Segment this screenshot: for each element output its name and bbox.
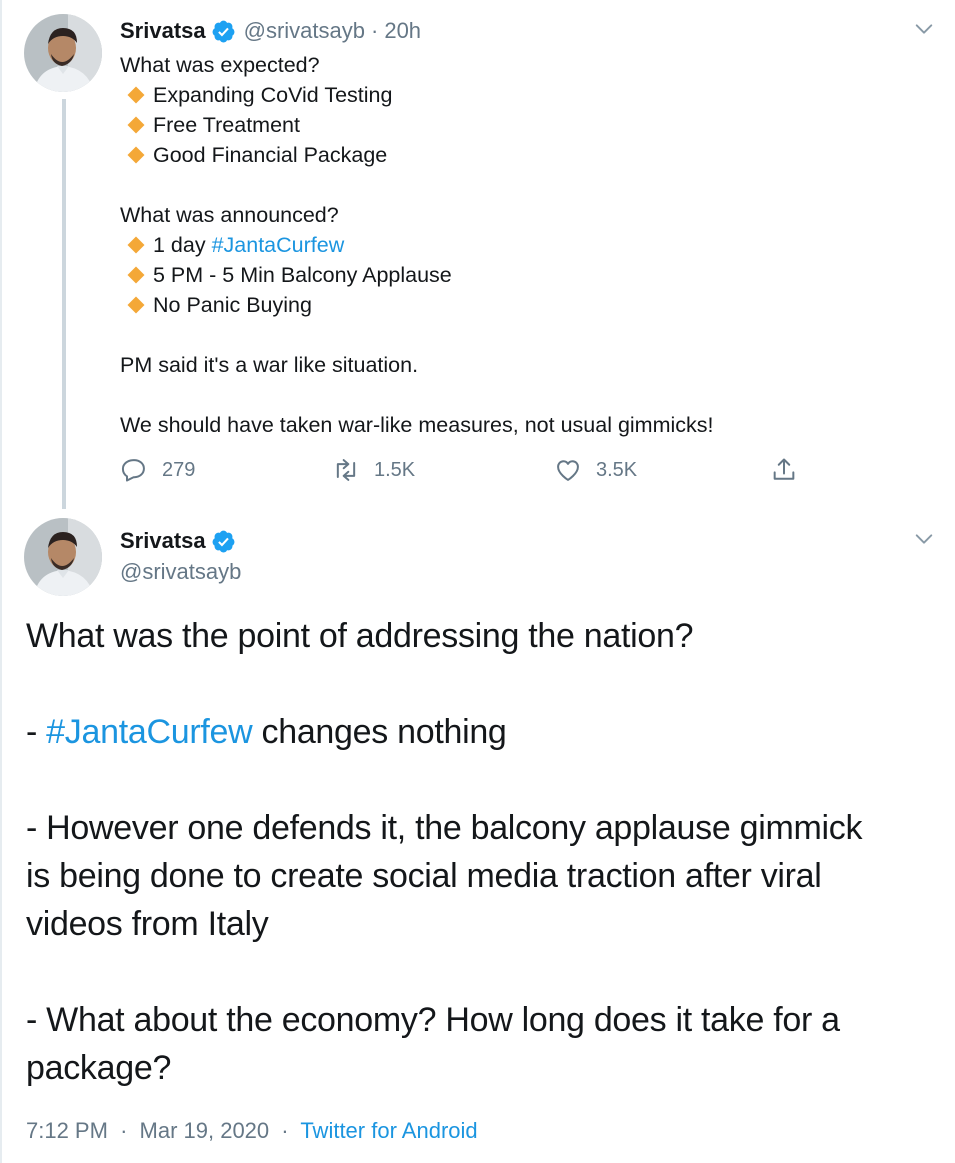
- text-line: package?: [26, 1049, 172, 1087]
- tweet-header: Srivatsa @srivatsayb · 20h: [120, 14, 421, 48]
- text-line: What was the point of addressing the nat…: [26, 617, 694, 655]
- orange-diamond-icon: [127, 296, 145, 314]
- thread-connector: [62, 99, 66, 509]
- separator-dot: ·: [371, 18, 379, 43]
- reply-button[interactable]: 279: [120, 452, 195, 488]
- text-line: - However one defends it, the balcony ap…: [26, 809, 863, 847]
- share-icon: [773, 458, 795, 480]
- author-handle[interactable]: @srivatsayb: [244, 18, 365, 44]
- share-button[interactable]: [770, 452, 812, 488]
- orange-diamond-icon: [127, 86, 145, 104]
- orange-diamond-icon: [127, 116, 145, 134]
- heart-icon: [557, 460, 579, 481]
- separator-dot: ·: [120, 1118, 128, 1143]
- text-line: is being done to create social media tra…: [26, 857, 822, 895]
- tweet-timestamp[interactable]: 20h: [384, 18, 421, 44]
- chevron-down-icon[interactable]: [913, 18, 935, 40]
- text-line: We should have taken war-like measures, …: [120, 413, 714, 437]
- tweet-text: What was the point of addressing the nat…: [26, 612, 931, 1092]
- text-line: What was expected?: [120, 53, 320, 77]
- verified-badge-icon: [211, 19, 236, 44]
- bullet-line: 1 day #JantaCurfew: [120, 230, 920, 260]
- retweet-button[interactable]: 1.5K: [332, 452, 415, 488]
- retweet-count: 1.5K: [374, 458, 416, 481]
- text-line: - #JantaCurfew changes nothing: [26, 713, 507, 751]
- chevron-down-icon[interactable]: [913, 528, 935, 550]
- orange-diamond-icon: [127, 146, 145, 164]
- hashtag-link[interactable]: #JantaCurfew: [212, 233, 345, 257]
- reply-count: 279: [162, 458, 196, 481]
- orange-diamond-icon: [127, 266, 145, 284]
- text-line: - What about the economy? How long does …: [26, 1001, 840, 1039]
- tweet-date[interactable]: Mar 19, 2020: [140, 1118, 270, 1143]
- bullet-line: Good Financial Package: [120, 140, 920, 170]
- avatar[interactable]: [24, 14, 102, 92]
- like-count: 3.5K: [596, 458, 638, 481]
- author-name[interactable]: Srivatsa: [120, 528, 206, 554]
- hashtag-link[interactable]: #JantaCurfew: [46, 713, 252, 751]
- reply-icon: [121, 459, 145, 482]
- tweet-metadata: 7:12 PM · Mar 19, 2020 · Twitter for And…: [26, 1114, 478, 1148]
- retweet-icon: [336, 459, 356, 481]
- orange-diamond-icon: [127, 236, 145, 254]
- author-handle[interactable]: @srivatsayb: [120, 556, 241, 588]
- author-name[interactable]: Srivatsa: [120, 18, 206, 44]
- bullet-line: Free Treatment: [120, 110, 920, 140]
- verified-badge-icon: [211, 529, 236, 554]
- avatar[interactable]: [24, 518, 102, 596]
- bullet-line: Expanding CoVid Testing: [120, 80, 920, 110]
- text-line: PM said it's a war like situation.: [120, 353, 419, 377]
- bullet-line: 5 PM - 5 Min Balcony Applause: [120, 260, 920, 290]
- tweet-actions: 279 1.5K 3.5K: [120, 452, 810, 488]
- tweet-time[interactable]: 7:12 PM: [26, 1118, 108, 1143]
- text-line: videos from Italy: [26, 905, 269, 943]
- text-line: What was announced?: [120, 203, 339, 227]
- timeline-border: [0, 0, 2, 1163]
- tweet-source-link[interactable]: Twitter for Android: [300, 1118, 477, 1143]
- bullet-line: No Panic Buying: [120, 290, 920, 320]
- separator-dot: ·: [281, 1118, 289, 1143]
- tweet-text: What was expected? Expanding CoVid Testi…: [120, 50, 920, 440]
- like-button[interactable]: 3.5K: [554, 452, 637, 488]
- tweet-header: Srivatsa: [120, 524, 236, 558]
